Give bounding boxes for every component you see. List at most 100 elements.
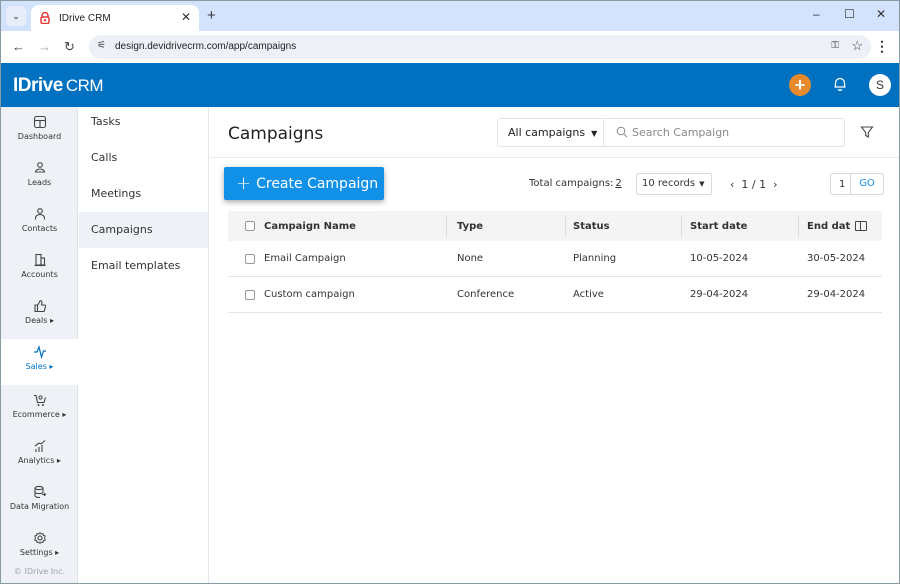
nav-ecommerce[interactable]: Ecommerce ▸	[1, 387, 78, 433]
nav-leads[interactable]: Leads	[1, 155, 78, 201]
nav-analytics[interactable]: Analytics ▸	[1, 433, 78, 479]
browser-menu-icon[interactable]: ⋮	[875, 38, 889, 55]
nav-contacts[interactable]: Contacts	[1, 201, 78, 247]
column-header-name[interactable]: Campaign Name	[264, 211, 356, 241]
nav-label: Ecommerce ▸	[12, 410, 67, 419]
nav-label: Contacts	[21, 224, 58, 233]
analytics-icon	[34, 440, 45, 452]
nav-label: Accounts	[21, 270, 58, 279]
idrive-crm-logo[interactable]: IDrive CRM	[13, 75, 104, 97]
back-icon[interactable]: ←	[12, 39, 25, 54]
maximize-icon[interactable]: ☐	[844, 7, 855, 21]
leads-icon	[34, 162, 45, 173]
select-all-checkbox[interactable]	[245, 221, 255, 231]
password-key-icon[interactable]: ⚿	[831, 40, 839, 51]
reload-icon[interactable]: ↻	[64, 39, 75, 55]
cell-campaign-name[interactable]: Email Campaign	[264, 241, 346, 276]
nav-dashboard[interactable]: Dashboard	[1, 109, 78, 155]
plus-icon: +	[236, 173, 252, 194]
table-header: Campaign Name Type Status Start date End…	[228, 211, 882, 241]
quick-add-button[interactable]: +	[789, 74, 811, 96]
cell-end-date: 30-05-2024	[807, 253, 866, 264]
row-checkbox[interactable]	[245, 253, 255, 264]
table-row[interactable]: Email Campaign None Planning 10-05-2024 …	[228, 241, 882, 277]
nav-label: Deals ▸	[25, 316, 54, 325]
cell-campaign-name[interactable]: Custom campaign	[264, 277, 355, 312]
nav-label: Sales ▸	[25, 362, 54, 371]
user-avatar[interactable]: S	[869, 74, 891, 96]
sub-nav-tasks[interactable]: Tasks	[79, 104, 208, 140]
pager: ‹ 1 / 1 ›	[730, 178, 785, 191]
cell-end-date: 29-04-2024	[807, 289, 866, 300]
campaigns-table: Campaign Name Type Status Start date End…	[228, 211, 882, 313]
column-separator	[798, 215, 799, 237]
total-campaigns: Total campaigns: 2	[529, 178, 622, 189]
tab-search-button[interactable]: ⌄	[6, 6, 26, 26]
deals-icon	[33, 300, 46, 313]
cell-start-date: 10-05-2024	[690, 253, 749, 264]
sub-nav-calls[interactable]: Calls	[79, 140, 208, 176]
settings-icon	[33, 531, 46, 545]
column-separator	[446, 215, 447, 237]
logo-product: CRM	[65, 76, 104, 95]
cell-status: Planning	[573, 253, 617, 264]
records-per-page-select[interactable]: 10 records ▼	[636, 173, 712, 195]
minimize-icon[interactable]: –	[813, 7, 820, 21]
sub-nav-email-templates[interactable]: Email templates	[79, 248, 208, 284]
tab-bar: ⌄ IDrive CRM ✕ + – ☐ ✕	[1, 1, 899, 31]
nav-settings[interactable]: Settings ▸	[1, 525, 78, 571]
forward-icon[interactable]: →	[38, 39, 51, 54]
nav-label: Dashboard	[17, 132, 62, 141]
table-row[interactable]: Custom campaign Conference Active 29-04-…	[228, 277, 882, 313]
nav-accounts[interactable]: Accounts	[1, 247, 78, 293]
column-header-start-date[interactable]: Start date	[690, 211, 747, 241]
column-header-type[interactable]: Type	[457, 211, 483, 241]
campaign-filter-select[interactable]: All campaigns ▼	[498, 119, 604, 146]
address-bar-row: ← → ↻ ⚟ design.devidrivecrm.com/app/camp…	[1, 31, 899, 63]
column-settings-icon[interactable]	[855, 221, 867, 231]
column-separator	[681, 215, 682, 237]
nav-data-migration[interactable]: Data Migration	[1, 479, 78, 525]
filter-icon[interactable]	[860, 125, 874, 139]
campaign-filter-value: All campaigns	[508, 126, 586, 139]
close-window-icon[interactable]: ✕	[876, 7, 886, 21]
search-group: All campaigns ▼	[497, 118, 845, 147]
nav-label: Analytics ▸	[18, 456, 61, 465]
cell-status: Active	[573, 289, 604, 300]
page-title: Campaigns	[228, 124, 324, 144]
go-button[interactable]: GO	[850, 173, 884, 195]
close-tab-icon[interactable]: ✕	[181, 10, 191, 24]
create-campaign-button[interactable]: + Create Campaign	[224, 167, 384, 200]
next-page-icon[interactable]: ›	[773, 178, 777, 191]
cell-type: None	[457, 253, 484, 264]
caret-down-icon: ▼	[591, 129, 598, 138]
search-input[interactable]	[632, 119, 842, 146]
cell-type: Conference	[457, 289, 515, 300]
column-header-status[interactable]: Status	[573, 211, 610, 241]
notifications-bell-icon[interactable]	[831, 75, 849, 93]
total-count[interactable]: 2	[615, 178, 621, 189]
nav-label: Settings ▸	[19, 548, 60, 557]
site-settings-icon[interactable]: ⚟	[97, 40, 106, 51]
sub-nav-meetings[interactable]: Meetings	[79, 176, 208, 212]
search-box	[604, 119, 844, 146]
prev-page-icon[interactable]: ‹	[730, 178, 734, 191]
column-header-end-date[interactable]: End dat	[807, 211, 850, 241]
tab-title: IDrive CRM	[59, 12, 111, 24]
records-value: 10 records	[642, 178, 696, 189]
create-campaign-label: Create Campaign	[256, 176, 379, 192]
nav-deals[interactable]: Deals ▸	[1, 293, 78, 339]
cell-start-date: 29-04-2024	[690, 289, 749, 300]
bookmark-star-icon[interactable]: ☆	[851, 38, 863, 54]
accounts-icon	[34, 253, 45, 267]
nav-sales[interactable]: Sales ▸	[1, 339, 78, 385]
contacts-icon	[34, 208, 45, 220]
new-tab-icon[interactable]: +	[207, 7, 216, 24]
row-checkbox[interactable]	[245, 289, 255, 300]
nav-label: Data Migration	[9, 502, 70, 511]
omnibox[interactable]: ⚟ design.devidrivecrm.com/app/campaigns …	[89, 35, 871, 59]
url-text[interactable]: design.devidrivecrm.com/app/campaigns	[115, 41, 296, 52]
browser-tab[interactable]: IDrive CRM ✕	[31, 5, 199, 31]
sub-nav-campaigns[interactable]: Campaigns	[79, 212, 208, 248]
search-icon	[616, 126, 628, 138]
